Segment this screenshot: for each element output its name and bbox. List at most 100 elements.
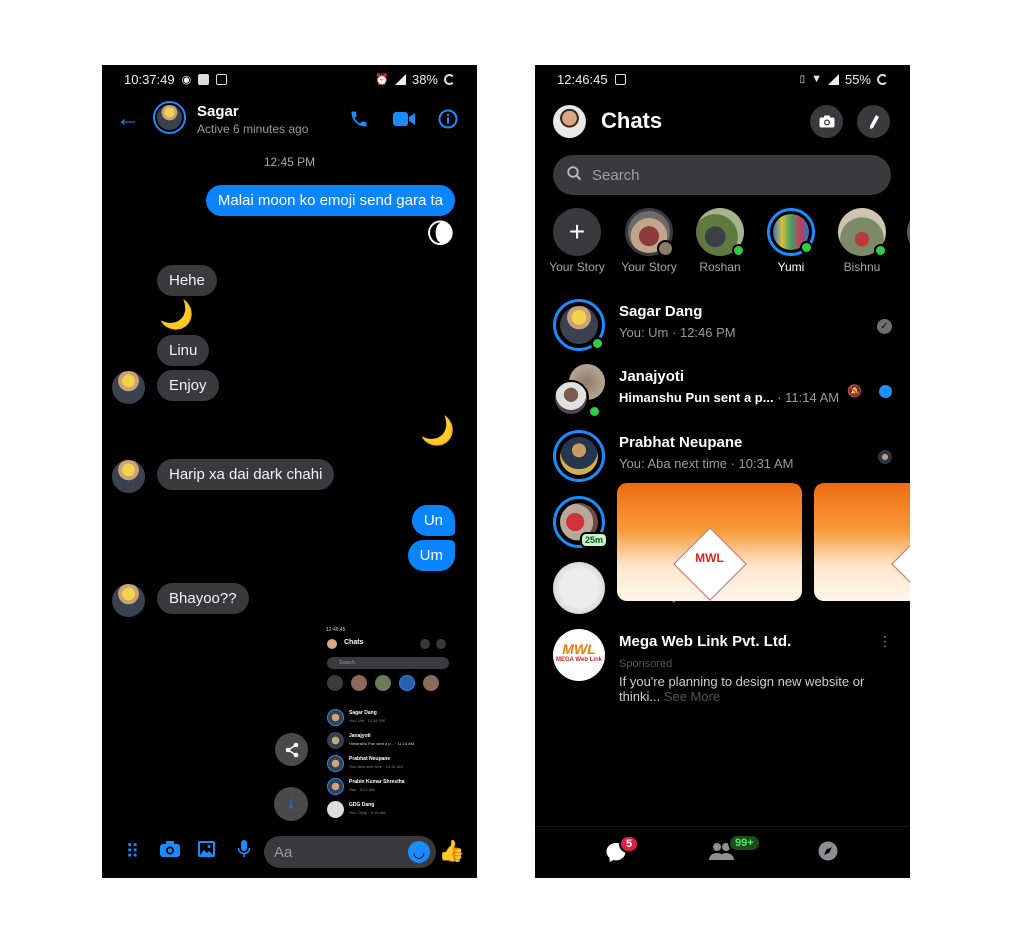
thumb-chat-row: Prabin Kumar Shrestha Hau · 9:22 AM xyxy=(327,777,452,797)
microphone-icon[interactable] xyxy=(225,839,262,865)
ad-carousel-card[interactable] xyxy=(814,483,910,601)
video-call-icon[interactable] xyxy=(392,109,416,134)
chat-row-prabhat-neupane[interactable]: Prabhat Neupane You: Aba next time · 10:… xyxy=(535,426,910,486)
back-arrow-icon[interactable]: ← xyxy=(116,107,140,131)
share-button[interactable] xyxy=(275,733,308,766)
active-time-badge: 25m xyxy=(579,532,608,548)
app-notification-icon xyxy=(614,73,626,85)
story-partial[interactable] xyxy=(903,208,910,256)
online-indicator xyxy=(591,337,604,350)
download-arrow-icon: ↓ xyxy=(287,795,295,812)
thumb-camera-icon xyxy=(420,639,430,649)
battery-icon xyxy=(444,73,455,85)
gallery-notification-icon xyxy=(198,73,210,85)
thumb-search: Search xyxy=(327,657,449,669)
nav-chats-tab[interactable]: 5 xyxy=(605,835,640,869)
screenshot-thumbnail[interactable]: 12:46:45 Chats Search Sagar Dang You: Um … xyxy=(322,625,457,825)
moon-emoji-message[interactable]: 🌘 xyxy=(426,220,455,248)
sender-avatar[interactable] xyxy=(112,371,145,404)
app-notification-icon xyxy=(216,73,228,85)
search-placeholder: Search xyxy=(592,166,640,184)
status-bar: 12:46:45 ▯ ▼ 55% xyxy=(535,65,910,93)
sponsored-message[interactable]: MWL MEGA Web Link Mega Web Link Pvt. Ltd… xyxy=(535,625,910,825)
online-indicator xyxy=(588,405,601,418)
thumb-profile-avatar xyxy=(327,639,337,649)
thumb-chat-row: GDG Dang You: Okay · 9:18 AM xyxy=(327,800,452,820)
thumb-compose-icon xyxy=(436,639,446,649)
message-outgoing[interactable]: Um xyxy=(407,540,455,571)
page-title: Chats xyxy=(601,108,663,133)
story-your-story[interactable]: Your Story xyxy=(621,208,677,274)
thumbs-up-icon[interactable]: 👍 xyxy=(439,840,465,864)
message-incoming[interactable]: Harip xa dai dark chahi xyxy=(157,459,335,490)
chat-row-sagar-dang[interactable]: Sagar Dang You: Um · 12:46 PM ✓ xyxy=(535,295,910,355)
moon-emoji-message[interactable]: 🌙 xyxy=(159,301,194,329)
group-avatar xyxy=(553,364,605,418)
nav-discover-tab[interactable] xyxy=(818,841,838,867)
emoji-icon[interactable]: ◡ xyxy=(408,841,430,863)
bottom-navigation: 5 99+ xyxy=(535,826,910,878)
message-incoming[interactable]: Linu xyxy=(157,335,210,366)
muted-bell-icon: 🔕 xyxy=(847,384,862,398)
thumb-stories xyxy=(327,675,439,691)
online-indicator xyxy=(800,241,813,254)
sender-avatar[interactable] xyxy=(112,584,145,617)
camera-icon xyxy=(819,115,834,128)
plus-icon: + xyxy=(553,208,601,256)
thumb-status-time: 12:46:45 xyxy=(326,627,346,633)
ad-carousel-card[interactable]: MWL xyxy=(617,483,802,601)
read-check-icon: ✓ xyxy=(877,319,892,334)
see-more-link[interactable]: See More xyxy=(664,689,720,704)
contact-presence: Active 6 minutes ago xyxy=(197,122,309,136)
message-input[interactable]: Aa ◡ xyxy=(264,836,436,868)
message-timestamp: 12:45 PM xyxy=(263,155,316,169)
chat-avatar: 25m xyxy=(553,496,608,548)
story-add-your-story[interactable]: + Your Story xyxy=(549,208,605,274)
phone-call-icon[interactable] xyxy=(349,109,369,134)
search-input[interactable]: Search xyxy=(553,155,891,195)
sponsored-label: Sponsored xyxy=(619,658,673,670)
more-actions-icon[interactable]: ⠿ xyxy=(114,841,151,864)
message-incoming[interactable]: Bhayoo?? xyxy=(157,583,249,614)
info-icon[interactable] xyxy=(438,109,458,134)
contact-name[interactable]: Sagar xyxy=(197,103,239,120)
download-button[interactable]: ↓ xyxy=(274,787,308,821)
story-yumi[interactable]: Yumi xyxy=(763,208,819,274)
status-time: 10:37:49 xyxy=(124,71,175,87)
more-options-icon[interactable]: ⋮ xyxy=(878,633,892,650)
story-roshan[interactable]: Roshan xyxy=(692,208,748,274)
camera-button[interactable] xyxy=(810,105,843,138)
signal-icon xyxy=(394,73,406,85)
message-outgoing[interactable]: Malai moon ko emoji send gara ta xyxy=(205,185,455,216)
message-incoming[interactable]: Enjoy xyxy=(157,370,219,401)
moon-emoji-message[interactable]: 🌙 xyxy=(420,417,455,445)
people-badge: 99+ xyxy=(728,834,761,852)
message-outgoing[interactable]: Un xyxy=(411,505,455,536)
message-input-placeholder: Aa xyxy=(274,843,293,861)
conversation-screen: 10:37:49 ◉ ⏰ 38% ← Sagar Active 6 minute… xyxy=(102,65,477,878)
seen-avatar xyxy=(878,450,892,464)
signal-icon xyxy=(827,73,839,85)
wifi-icon: ▼ xyxy=(811,73,822,85)
ad-text: If you're planning to design new website… xyxy=(619,674,865,704)
nav-people-tab[interactable]: 99+ xyxy=(709,834,761,867)
camera-icon[interactable] xyxy=(151,840,188,864)
message-incoming[interactable]: Hehe xyxy=(157,265,217,296)
share-icon xyxy=(285,742,298,757)
online-indicator xyxy=(732,244,745,257)
alarm-icon: ⏰ xyxy=(375,73,389,86)
compass-icon xyxy=(818,841,838,861)
story-bishnu[interactable]: Bishnu xyxy=(834,208,890,274)
compose-button[interactable] xyxy=(857,105,890,138)
profile-avatar[interactable] xyxy=(553,105,586,138)
chat-avatar xyxy=(553,299,605,351)
story-thumbnail xyxy=(625,208,674,257)
status-time: 12:46:45 xyxy=(557,71,608,87)
contact-avatar[interactable] xyxy=(153,101,186,134)
sender-avatar[interactable] xyxy=(112,460,145,493)
chat-avatar xyxy=(553,562,605,614)
thumb-chat-row: Janajyoti Himanshu Pun sent a p... · 11:1… xyxy=(327,731,452,751)
gallery-icon[interactable] xyxy=(188,840,225,864)
chat-row-janajyoti[interactable]: Janajyoti Himanshu Pun sent a p... · 11:… xyxy=(535,360,910,420)
battery-icon xyxy=(877,73,888,85)
